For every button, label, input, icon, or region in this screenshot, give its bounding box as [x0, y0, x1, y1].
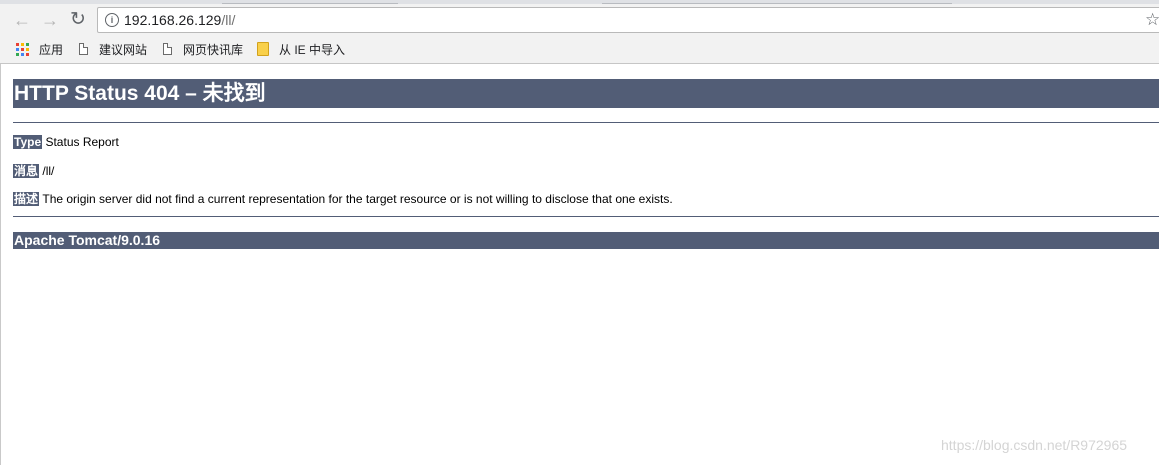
message-row: 消息 /ll/: [13, 162, 54, 179]
description-value: The origin server did not find a current…: [42, 192, 673, 206]
info-icon[interactable]: i: [105, 13, 119, 27]
bookmarks-bar: 应用 建议网站 网页快讯库 从 IE 中导入: [0, 36, 1159, 64]
watermark: https://blog.csdn.net/R972965: [941, 437, 1128, 453]
bookmark-label: 网页快讯库: [183, 42, 244, 57]
star-bookmark-icon[interactable]: ☆: [1145, 10, 1159, 30]
bookmark-web-slice-gallery[interactable]: 网页快讯库: [163, 41, 243, 57]
divider: [13, 216, 1159, 217]
message-value: /ll/: [42, 164, 55, 178]
forward-arrow-icon[interactable]: →: [39, 9, 61, 31]
page-icon: [79, 43, 88, 55]
description-row: 描述 The origin server did not find a curr…: [13, 190, 673, 207]
bookmark-label: 应用: [39, 42, 64, 57]
apps-grid-icon: [16, 42, 29, 56]
divider: [13, 122, 1159, 123]
bookmark-suggested-sites[interactable]: 建议网站: [79, 41, 147, 57]
bookmark-apps[interactable]: 应用: [16, 41, 63, 57]
server-footer: Apache Tomcat/9.0.16: [13, 232, 1159, 249]
type-value: Status Report: [45, 135, 119, 149]
address-bar[interactable]: i 192.168.26.129/ll/ ☆: [97, 7, 1159, 33]
bookmark-label: 从 IE 中导入: [279, 42, 346, 57]
page-content: HTTP Status 404 – 未找到 Type Status Report…: [0, 64, 1159, 465]
back-arrow-icon[interactable]: ←: [11, 9, 33, 31]
bookmark-label: 建议网站: [99, 42, 148, 57]
type-row: Type Status Report: [13, 135, 119, 149]
folder-icon: [257, 42, 269, 56]
browser-toolbar: ← → ↻ i 192.168.26.129/ll/ ☆: [0, 4, 1159, 36]
url-path: /ll/: [221, 12, 236, 28]
page-icon: [163, 43, 172, 55]
url-text[interactable]: 192.168.26.129/ll/: [124, 12, 235, 28]
message-label: 消息: [13, 164, 40, 178]
bookmark-import-from-ie[interactable]: 从 IE 中导入: [257, 41, 345, 57]
url-host: 192.168.26.129: [124, 12, 222, 28]
reload-icon[interactable]: ↻: [67, 9, 89, 31]
page-title: HTTP Status 404 – 未找到: [13, 79, 1159, 108]
description-label: 描述: [13, 192, 40, 206]
type-label: Type: [13, 135, 43, 149]
